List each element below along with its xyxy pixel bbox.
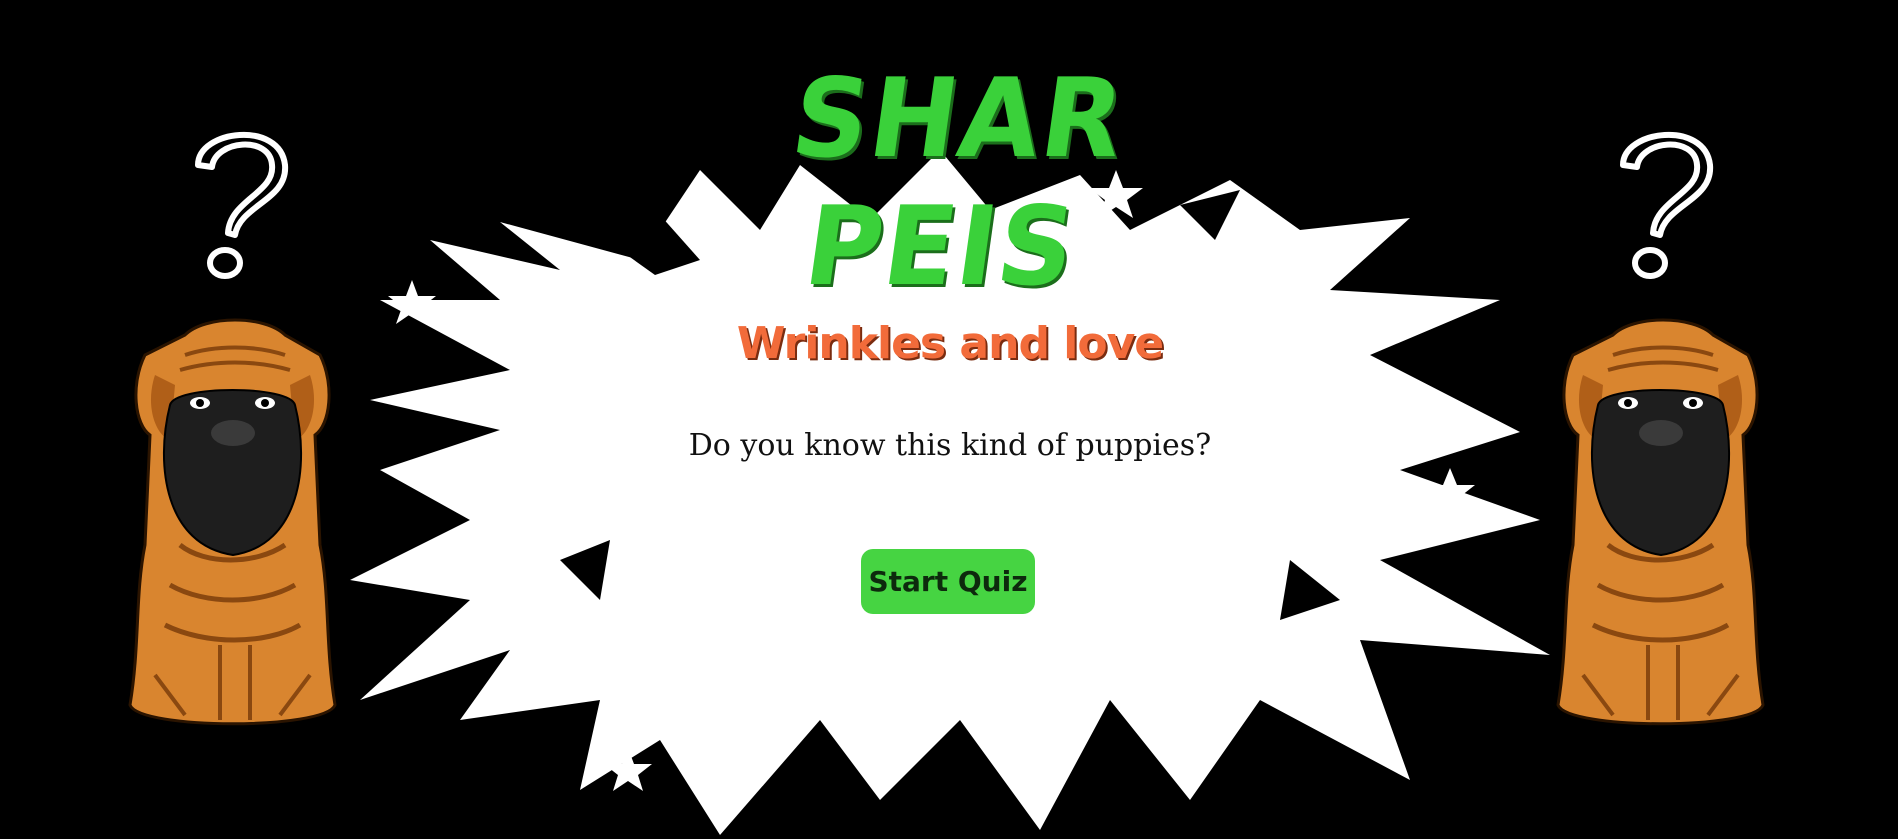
hero-subtitle: Wrinkles and love (736, 318, 1164, 369)
shar-pei-dog-illustration-left (128, 318, 337, 726)
start-quiz-button[interactable]: Start Quiz (861, 549, 1035, 614)
shar-pei-dog-illustration-right (1556, 318, 1765, 726)
quiz-start-screen: SHAR PEIS Wrinkles and love Do you know … (0, 0, 1898, 839)
page-title: SHAR PEIS (784, 53, 1134, 311)
hero-question: Do you know this kind of puppies? (688, 428, 1212, 463)
question-mark-icon-left (195, 131, 289, 279)
question-mark-icon-right (1620, 131, 1714, 279)
